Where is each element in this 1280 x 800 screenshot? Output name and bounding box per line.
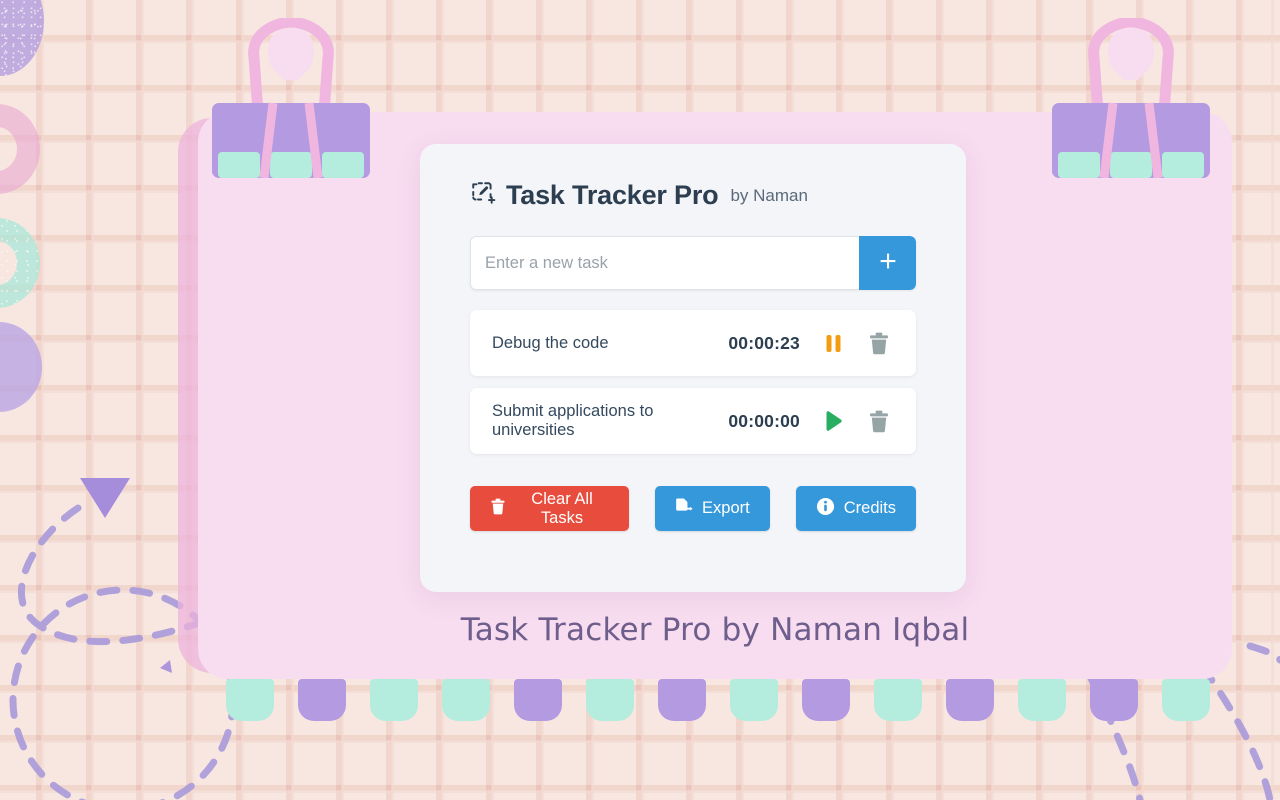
action-button-row: Clear All Tasks Export Credits: [470, 486, 916, 531]
trash-icon[interactable]: [864, 406, 894, 436]
task-name: Debug the code: [492, 333, 609, 352]
file-export-icon: [675, 497, 693, 520]
clear-all-tasks-button[interactable]: Clear All Tasks: [470, 486, 630, 531]
play-icon[interactable]: [818, 406, 848, 436]
export-label: Export: [702, 499, 750, 517]
binder-clip-left: [206, 18, 376, 178]
export-button[interactable]: Export: [655, 486, 770, 531]
new-task-row: [470, 236, 916, 290]
new-task-input[interactable]: [470, 236, 859, 290]
clear-all-tasks-label: Clear All Tasks: [531, 489, 593, 527]
task-name: Submit applications to universities: [492, 402, 654, 439]
credits-button[interactable]: Credits: [795, 486, 916, 531]
page-title: Task Tracker Pro: [506, 180, 719, 210]
task-timer: 00:00:00: [728, 410, 800, 431]
app-header: Task Tracker Pro by Naman: [470, 180, 940, 211]
edit-square-plus-icon: [470, 180, 496, 211]
credits-label: Credits: [843, 499, 896, 517]
task-list: Debug the code 00:00:23 Submit applicati…: [470, 310, 916, 454]
table-row[interactable]: Submit applications to universities 00:0…: [470, 388, 916, 454]
author-byline: by Naman: [730, 185, 808, 205]
task-tracker-card: Task Tracker Pro by Naman Debug the code…: [420, 144, 966, 592]
binder-clip-right: [1046, 18, 1216, 178]
pause-icon[interactable]: [818, 328, 848, 358]
table-row[interactable]: Debug the code 00:00:23: [470, 310, 916, 376]
info-circle-icon: [816, 497, 835, 521]
task-timer: 00:00:23: [728, 332, 800, 353]
board-caption: Task Tracker Pro by Naman Iqbal: [460, 612, 970, 648]
trash-icon: [490, 498, 506, 520]
add-task-button[interactable]: [859, 236, 916, 290]
plus-icon: [878, 251, 898, 276]
trash-icon[interactable]: [864, 328, 894, 358]
